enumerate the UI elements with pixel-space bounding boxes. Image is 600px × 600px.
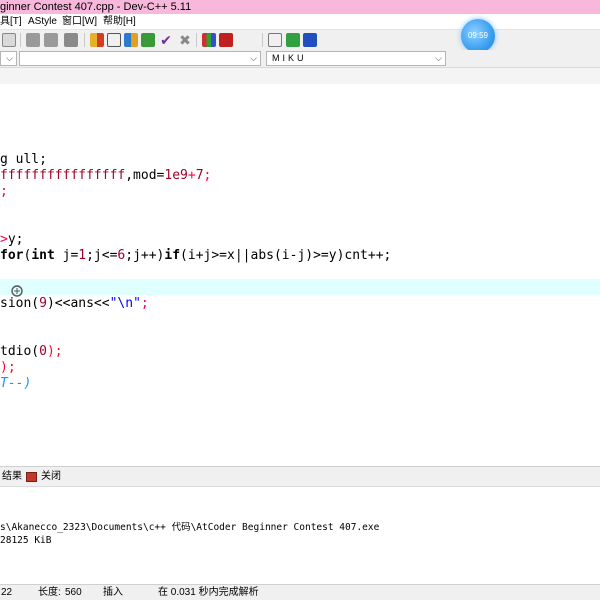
code-token: tdio( xyxy=(0,344,40,359)
code-token: y; xyxy=(7,232,24,247)
code-token: ; xyxy=(0,184,8,199)
code-token: ; xyxy=(140,296,149,311)
code-token: if xyxy=(164,248,181,263)
clock-widget: 09:59 xyxy=(461,19,495,53)
unindent-icon[interactable] xyxy=(44,33,58,47)
current-line-highlight xyxy=(0,279,600,295)
toolbar: ✔ ✖ xyxy=(0,30,600,50)
tab-close[interactable]: 关闭 xyxy=(41,470,61,484)
code-line: ); xyxy=(0,360,16,376)
close-icon[interactable] xyxy=(26,472,37,482)
compile-run-icon[interactable] xyxy=(124,33,138,47)
code-token: for xyxy=(0,248,24,263)
code-token: )<<ans<< xyxy=(46,296,110,311)
code-line: ffffffffffffffff,mod=1e9+7; xyxy=(0,168,211,184)
code-token: "\n" xyxy=(109,296,141,311)
code-token: g ull; xyxy=(0,152,47,167)
code-token: int xyxy=(31,248,55,263)
code-token: > xyxy=(0,232,8,247)
code-token: ;j++) xyxy=(125,248,165,263)
code-line: >y; xyxy=(0,232,23,248)
class-combo[interactable]: ⌵ xyxy=(0,51,17,66)
code-token: 1 xyxy=(78,248,87,263)
menu-help[interactable]: 帮助[H] xyxy=(103,14,136,30)
code-line: sion(9)<<ans<<"\n"; xyxy=(0,296,149,312)
menu-tools[interactable]: 具[T] xyxy=(0,14,22,30)
rebuild-icon[interactable] xyxy=(141,33,155,47)
status-line-number: 22 xyxy=(1,587,13,598)
run-icon[interactable] xyxy=(107,33,121,47)
status-insert-mode: 插入 xyxy=(103,587,123,598)
code-token: 9 xyxy=(39,296,47,311)
code-token: ,mod= xyxy=(125,168,165,183)
status-length-value: 560 xyxy=(65,587,82,598)
code-token: + xyxy=(187,168,196,183)
code-token: sion( xyxy=(0,296,40,311)
chevron-down-icon: ⌵ xyxy=(435,53,442,63)
tab-compile-results[interactable]: 结果 xyxy=(2,470,22,484)
toolbar-separator xyxy=(20,33,21,47)
indent-icon[interactable] xyxy=(26,33,40,47)
chart-icon[interactable] xyxy=(202,33,216,47)
code-token: 0 xyxy=(39,344,47,359)
chevron-down-icon: ⌵ xyxy=(250,53,257,63)
new-project-icon[interactable] xyxy=(268,33,282,47)
menu-astyle[interactable]: AStyle xyxy=(28,14,57,30)
mouse-cursor-icon xyxy=(11,285,23,297)
scheme-combo-value: MIKU xyxy=(272,53,307,63)
code-token: j= xyxy=(54,248,79,263)
scheme-combo[interactable]: MIKU ⌵ xyxy=(266,51,446,66)
project-options-icon[interactable] xyxy=(303,33,317,47)
status-bar: 22 长度: 560 插入 在 0.031 秒内完成解析 xyxy=(0,584,600,600)
window-title: ginner Contest 407.cpp - Dev-C++ 5.11 xyxy=(0,1,192,13)
code-token: ;j<= xyxy=(86,248,118,263)
code-line: tdio(0); xyxy=(0,344,63,360)
code-token: ); xyxy=(0,360,16,375)
compile-icon[interactable] xyxy=(90,33,104,47)
title-bar: ginner Contest 407.cpp - Dev-C++ 5.11 xyxy=(0,0,600,14)
menu-window[interactable]: 窗口[W] xyxy=(62,14,97,30)
combo-bar: ⌵ ⌵ MIKU ⌵ xyxy=(0,50,600,68)
toolbar-separator xyxy=(262,33,263,47)
output-tabs-bar: 结果 关闭 xyxy=(0,466,600,486)
toolbar-separator xyxy=(196,33,197,47)
chevron-down-icon: ⌵ xyxy=(6,53,13,63)
close-debug-icon[interactable]: ✖ xyxy=(178,33,192,47)
menu-bar: 具[T] AStyle 窗口[W] 帮助[H] xyxy=(0,14,600,30)
code-token: (i+j>=x||abs(i-j)>=y)cnt++; xyxy=(180,248,392,263)
code-token: T--) xyxy=(0,376,32,391)
code-line: T--) xyxy=(0,376,31,392)
log-line: s\Akanecco_2323\Documents\c++ 代码\AtCoder… xyxy=(0,522,380,533)
code-token: ); xyxy=(46,344,63,359)
bookmark-icon[interactable] xyxy=(64,33,78,47)
add-file-icon[interactable] xyxy=(286,33,300,47)
status-length-label: 长度: xyxy=(38,587,61,598)
save-all-icon[interactable] xyxy=(2,33,16,47)
code-line: ; xyxy=(0,184,8,200)
code-editor[interactable]: g ull; ffffffffffffffff,mod=1e9+7;; >y; for… xyxy=(0,84,600,466)
code-token: ; xyxy=(203,168,212,183)
editor-tab-strip xyxy=(0,68,600,84)
code-token: ffffffffffffffff xyxy=(0,168,126,183)
status-parse-time: 在 0.031 秒内完成解析 xyxy=(158,587,259,598)
compile-log: s\Akanecco_2323\Documents\c++ 代码\AtCoder… xyxy=(0,486,600,574)
function-combo[interactable]: ⌵ xyxy=(19,51,261,66)
code-token: 1e9 xyxy=(164,168,188,183)
check-icon[interactable]: ✔ xyxy=(159,33,173,47)
code-line: for(int j=1;j<=6;j++)if(i+j>=x||abs(i-j)… xyxy=(0,248,391,264)
code-token: 7 xyxy=(195,168,204,183)
code-line: g ull; xyxy=(0,152,47,168)
profile-icon[interactable] xyxy=(219,33,233,47)
toolbar-separator xyxy=(84,33,85,47)
log-line: 28125 KiB xyxy=(0,535,52,546)
